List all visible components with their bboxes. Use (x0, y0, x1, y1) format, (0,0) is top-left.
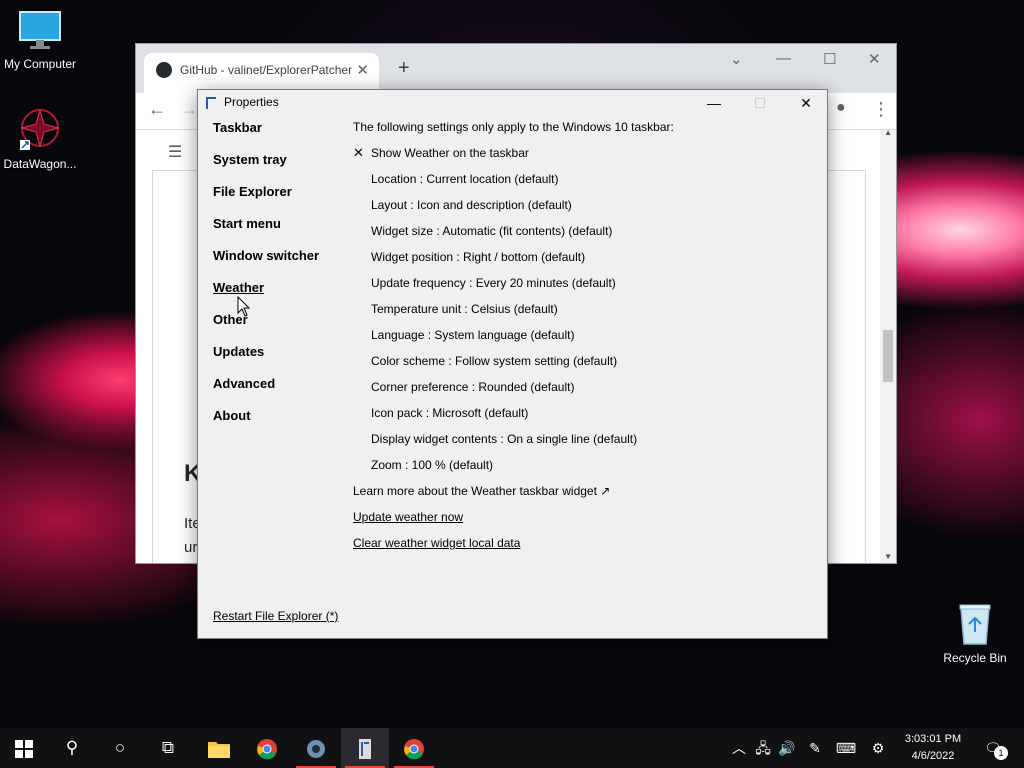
cortana-button[interactable]: ○ (96, 728, 144, 768)
setting-update-frequency[interactable]: Update frequency : Every 20 minutes (def… (353, 276, 813, 302)
dialog-title: Properties (224, 95, 279, 109)
weather-settings-panel: The following settings only apply to the… (353, 120, 813, 562)
chrome-icon (404, 738, 424, 759)
action-center-button[interactable]: 🗨 1 (978, 728, 1008, 768)
clock-time: 3:03:01 PM (904, 733, 962, 745)
github-icon (156, 62, 172, 78)
sidebar-item-file-explorer[interactable]: File Explorer (213, 184, 319, 216)
tab-search-chevron-icon[interactable]: ⌄ (730, 50, 743, 68)
search-button[interactable]: ⚲ (48, 728, 96, 768)
forward-arrow-icon[interactable]: → (180, 99, 198, 120)
scroll-up-arrow-icon[interactable]: ▲ (884, 128, 892, 137)
setting-widget-position[interactable]: Widget position : Right / bottom (defaul… (353, 250, 813, 276)
desktop-icon-my-computer[interactable]: My Computer (0, 10, 80, 71)
desktop: My Computer DataWagon... Recycle Bin Git… (0, 0, 1024, 728)
setting-zoom[interactable]: Zoom : 100 % (default) (353, 458, 813, 484)
back-arrow-icon[interactable]: ← (148, 99, 166, 120)
taskbar: ⚲ ○ ⧉ ︿ 🖧 🔊 ✎ ⌨ ⚙ 3:03:01 PM 4/6/2022 🗨 (0, 728, 1024, 768)
taskbar-settings-app[interactable] (292, 728, 340, 768)
dialog-maximize-button[interactable]: ☐ (737, 92, 783, 114)
browser-minimize-button[interactable]: — (776, 50, 791, 67)
dialog-minimize-button[interactable]: — (691, 92, 737, 114)
tab-close-icon[interactable]: ✕ (356, 61, 369, 79)
cortana-circle-icon: ○ (114, 738, 126, 757)
setting-display-widget-contents[interactable]: Display widget contents : On a single li… (353, 432, 813, 458)
setting-icon-pack[interactable]: Icon pack : Microsoft (default) (353, 406, 813, 432)
scrollbar-thumb[interactable] (883, 330, 893, 382)
setting-layout[interactable]: Layout : Icon and description (default) (353, 198, 813, 224)
notification-count-badge: 1 (994, 746, 1008, 760)
show-weather-checkbox[interactable]: ✕ Show Weather on the taskbar (353, 145, 813, 172)
taskbar-properties-app[interactable] (341, 728, 389, 768)
taskbar-chrome-2[interactable] (390, 728, 438, 768)
windows-logo-icon (15, 739, 33, 758)
taskbar-clock[interactable]: 3:03:01 PM 4/6/2022 (896, 731, 970, 765)
dialog-close-button[interactable]: ✕ (783, 92, 829, 114)
sidebar-item-system-tray[interactable]: System tray (213, 152, 319, 184)
weather-settings-gear-icon[interactable]: ⚙ (866, 728, 890, 768)
update-weather-now-link[interactable]: Update weather now (353, 510, 813, 536)
desktop-icon-recycle-bin[interactable]: Recycle Bin (935, 602, 1015, 665)
settings-sidebar: Taskbar System tray File Explorer Start … (213, 120, 319, 440)
setting-location[interactable]: Location : Current location (default) (353, 172, 813, 198)
start-button[interactable] (0, 728, 48, 768)
sidebar-item-start-menu[interactable]: Start menu (213, 216, 319, 248)
sidebar-item-window-switcher[interactable]: Window switcher (213, 248, 319, 280)
explorerpatcher-icon (359, 738, 371, 759)
datawagon-logo-icon (20, 108, 60, 150)
taskbar-file-explorer[interactable] (195, 728, 243, 768)
clear-weather-data-link[interactable]: Clear weather widget local data (353, 536, 813, 562)
sidebar-item-updates[interactable]: Updates (213, 344, 319, 376)
search-icon: ⚲ (65, 738, 79, 757)
monitor-icon (19, 11, 61, 49)
restart-file-explorer-link[interactable]: Restart File Explorer (*) (213, 609, 338, 623)
clock-date: 4/6/2022 (911, 750, 955, 762)
desktop-icon-label: Recycle Bin (943, 651, 1007, 665)
gear-icon (307, 739, 325, 758)
desktop-icon-label: DataWagon... (3, 157, 77, 171)
setting-corner-preference[interactable]: Corner preference : Rounded (default) (353, 380, 813, 406)
keyboard-icon[interactable]: ⌨ (832, 728, 860, 768)
outline-list-icon[interactable]: ☰ (168, 142, 182, 162)
profile-avatar-icon[interactable]: ● (836, 99, 846, 117)
browser-maximize-button[interactable]: ☐ (823, 50, 836, 68)
browser-tab-strip: GitHub - valinet/ExplorerPatcher ✕ + ⌄ —… (136, 44, 896, 93)
recycle-bin-icon (959, 604, 991, 645)
setting-color-scheme[interactable]: Color scheme : Follow system setting (de… (353, 354, 813, 380)
show-hidden-icons-chevron-icon[interactable]: ︿ (728, 728, 750, 768)
chrome-menu-icon[interactable]: ⋮ (872, 99, 890, 120)
desktop-icon-datawagon[interactable]: DataWagon... (0, 106, 80, 171)
setting-widget-size[interactable]: Widget size : Automatic (fit contents) (… (353, 224, 813, 250)
properties-dialog: Properties — ☐ ✕ Taskbar System tray Fil… (197, 89, 828, 639)
browser-tab-title: GitHub - valinet/ExplorerPatcher (180, 63, 353, 77)
browser-close-button[interactable]: ✕ (868, 50, 881, 68)
volume-icon[interactable]: 🔊 (776, 728, 798, 768)
task-view-icon: ⧉ (161, 738, 175, 757)
network-icon[interactable]: 🖧 (752, 728, 774, 768)
browser-tab[interactable]: GitHub - valinet/ExplorerPatcher ✕ (144, 53, 379, 93)
page-scrollbar[interactable]: ▲ ▼ (880, 128, 896, 563)
sidebar-item-about[interactable]: About (213, 408, 319, 440)
scroll-down-arrow-icon[interactable]: ▼ (884, 552, 892, 561)
taskbar-chrome-1[interactable] (243, 728, 291, 768)
task-view-button[interactable]: ⧉ (144, 728, 192, 768)
sidebar-item-weather[interactable]: Weather (213, 280, 319, 312)
setting-temperature-unit[interactable]: Temperature unit : Celsius (default) (353, 302, 813, 328)
mouse-cursor-icon (237, 296, 251, 317)
app-icon (206, 97, 216, 109)
chrome-icon (257, 738, 277, 759)
setting-language[interactable]: Language : System language (default) (353, 328, 813, 354)
desktop-icon-label: My Computer (3, 57, 77, 71)
checkmark-icon: ✕ (353, 145, 364, 160)
learn-more-link[interactable]: Learn more about the Weather taskbar wid… (353, 484, 813, 510)
sidebar-item-advanced[interactable]: Advanced (213, 376, 319, 408)
section-intro: The following settings only apply to the… (353, 120, 674, 134)
new-tab-button[interactable]: + (398, 57, 410, 80)
folder-icon (208, 741, 230, 758)
pen-icon[interactable]: ✎ (804, 728, 826, 768)
dialog-titlebar[interactable]: Properties — ☐ ✕ (198, 90, 827, 116)
sidebar-item-other[interactable]: Other (213, 312, 319, 344)
sidebar-item-taskbar[interactable]: Taskbar (213, 120, 319, 152)
